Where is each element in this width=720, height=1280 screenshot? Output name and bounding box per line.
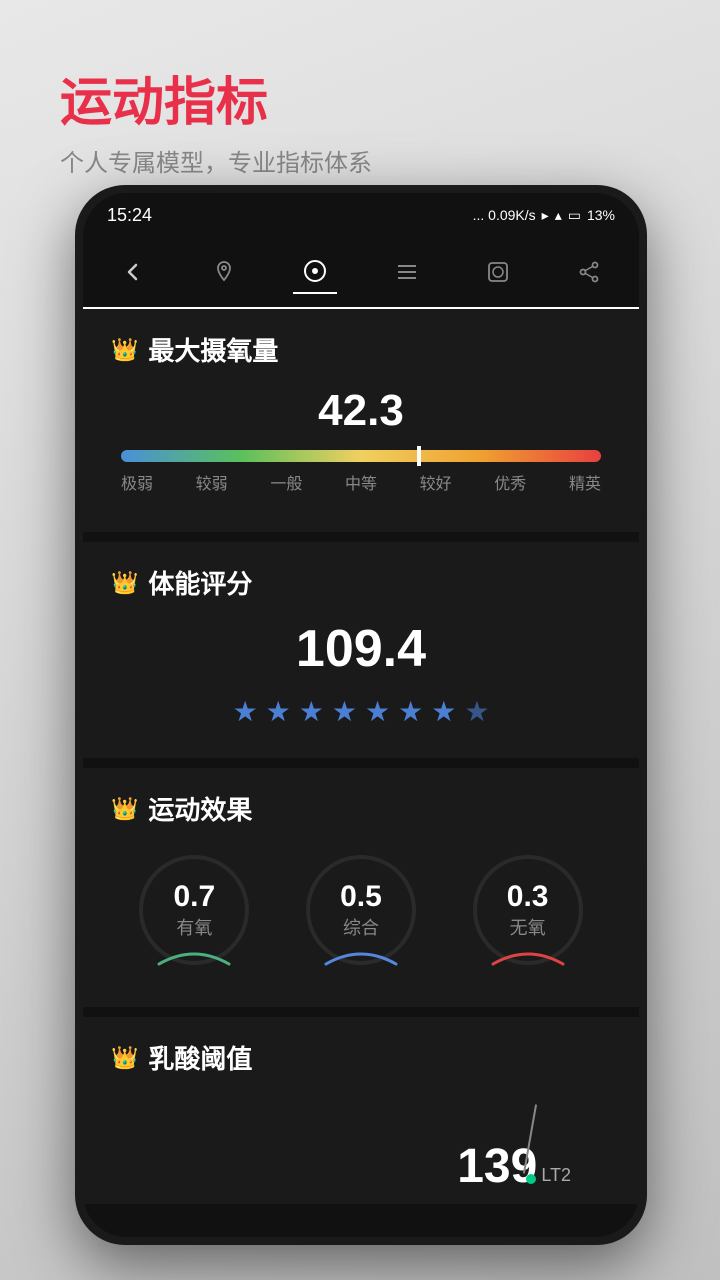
combined-value: 0.5 <box>340 880 382 914</box>
background: 运动指标 个人专属模型，专业指标体系 15:24 ... 0.09K/s ▸ ▴… <box>0 0 720 1280</box>
vo2max-section: 👑 最大摄氧量 42.3 极弱 较弱 一般 中等 较好 <box>83 309 639 532</box>
page-header: 运动指标 个人专属模型，专业指标体系 <box>60 60 372 178</box>
lactate-title-row: 👑 乳酸阈值 <box>111 1039 611 1076</box>
exercise-title: 运动效果 <box>148 790 252 827</box>
back-button[interactable] <box>111 250 155 294</box>
phone-inner: 15:24 ... 0.09K/s ▸ ▴ ▭ 13% <box>83 193 639 1237</box>
status-right: ... 0.09K/s ▸ ▴ ▭ 13% <box>473 207 615 224</box>
fitness-score: 109.4 <box>111 619 611 679</box>
effect-combined: 0.5 综合 <box>306 855 416 965</box>
share-icon[interactable] <box>567 250 611 294</box>
bar-label-5: 优秀 <box>494 470 526 494</box>
vo2max-title-row: 👑 最大摄氧量 <box>111 331 611 368</box>
vo2max-title: 最大摄氧量 <box>148 331 278 368</box>
phone-frame: 15:24 ... 0.09K/s ▸ ▴ ▭ 13% <box>75 185 647 1245</box>
crown-icon-fitness: 👑 <box>111 570 138 596</box>
list-icon[interactable] <box>385 250 429 294</box>
gradient-bar <box>121 450 601 462</box>
star-7: ★ <box>431 695 456 728</box>
fitness-title: 体能评分 <box>148 564 252 601</box>
bar-label-2: 一般 <box>270 470 302 494</box>
bar-marker <box>417 446 421 466</box>
bar-label-3: 中等 <box>345 470 377 494</box>
aerobic-label: 有氧 <box>176 914 212 940</box>
effect-circles: 0.7 有氧 0.5 综合 <box>111 845 611 985</box>
lactate-value-area: 139 LT2 <box>111 1094 611 1194</box>
lactate-unit: LT2 <box>541 1165 571 1186</box>
effect-aerobic: 0.7 有氧 <box>139 855 249 965</box>
fitness-title-row: 👑 体能评分 <box>111 564 611 601</box>
page-title: 运动指标 <box>60 60 372 135</box>
combined-label: 综合 <box>343 914 379 940</box>
bar-label-1: 较弱 <box>196 470 228 494</box>
star-5: ★ <box>365 695 390 728</box>
status-time: 15:24 <box>107 205 152 226</box>
crown-icon-exercise: 👑 <box>111 796 138 822</box>
lactate-dot <box>526 1174 536 1184</box>
bar-labels: 极弱 较弱 一般 中等 较好 优秀 精英 <box>121 470 601 494</box>
page-subtitle: 个人专属模型，专业指标体系 <box>60 143 372 178</box>
anaerobic-circle: 0.3 无氧 <box>473 855 583 965</box>
battery-percent: 13% <box>587 207 615 223</box>
combined-circle: 0.5 综合 <box>306 855 416 965</box>
wifi-icon: ▴ <box>555 207 562 224</box>
aerobic-circle: 0.7 有氧 <box>139 855 249 965</box>
exercise-title-row: 👑 运动效果 <box>111 790 611 827</box>
fitness-section: 👑 体能评分 109.4 ★ ★ ★ ★ ★ ★ ★ ★ <box>83 542 639 758</box>
battery-icon: ▭ <box>568 207 581 224</box>
map-icon[interactable] <box>202 250 246 294</box>
network-info: ... 0.09K/s <box>473 207 536 223</box>
star-3: ★ <box>299 695 324 728</box>
activity-icon[interactable] <box>293 250 337 294</box>
bluetooth-icon: ▸ <box>542 207 549 224</box>
anaerobic-label: 无氧 <box>510 914 546 940</box>
crown-icon-lactate: 👑 <box>111 1045 138 1071</box>
exercise-effect-section: 👑 运动效果 0.7 有氧 <box>83 768 639 1007</box>
search-icon[interactable] <box>476 250 520 294</box>
bar-label-0: 极弱 <box>121 470 153 494</box>
star-6: ★ <box>398 695 423 728</box>
crown-icon-vo2: 👑 <box>111 337 138 363</box>
star-2: ★ <box>266 695 291 728</box>
star-8: ★ <box>464 695 489 728</box>
gradient-bar-container: 极弱 较弱 一般 中等 较好 优秀 精英 <box>121 450 601 494</box>
status-bar: 15:24 ... 0.09K/s ▸ ▴ ▭ 13% <box>83 193 639 237</box>
anaerobic-value: 0.3 <box>507 880 549 914</box>
lactate-section: 👑 乳酸阈值 139 LT2 <box>83 1017 639 1204</box>
stars-row: ★ ★ ★ ★ ★ ★ ★ ★ <box>111 695 611 728</box>
aerobic-value: 0.7 <box>173 880 215 914</box>
vo2max-value: 42.3 <box>111 386 611 436</box>
top-nav <box>83 237 639 309</box>
bar-label-6: 精英 <box>569 470 601 494</box>
phone-content: 👑 最大摄氧量 42.3 极弱 较弱 一般 中等 较好 <box>83 309 639 1237</box>
bar-label-4: 较好 <box>420 470 452 494</box>
effect-anaerobic: 0.3 无氧 <box>473 855 583 965</box>
star-4: ★ <box>332 695 357 728</box>
lactate-title: 乳酸阈值 <box>148 1039 252 1076</box>
star-1: ★ <box>233 695 258 728</box>
